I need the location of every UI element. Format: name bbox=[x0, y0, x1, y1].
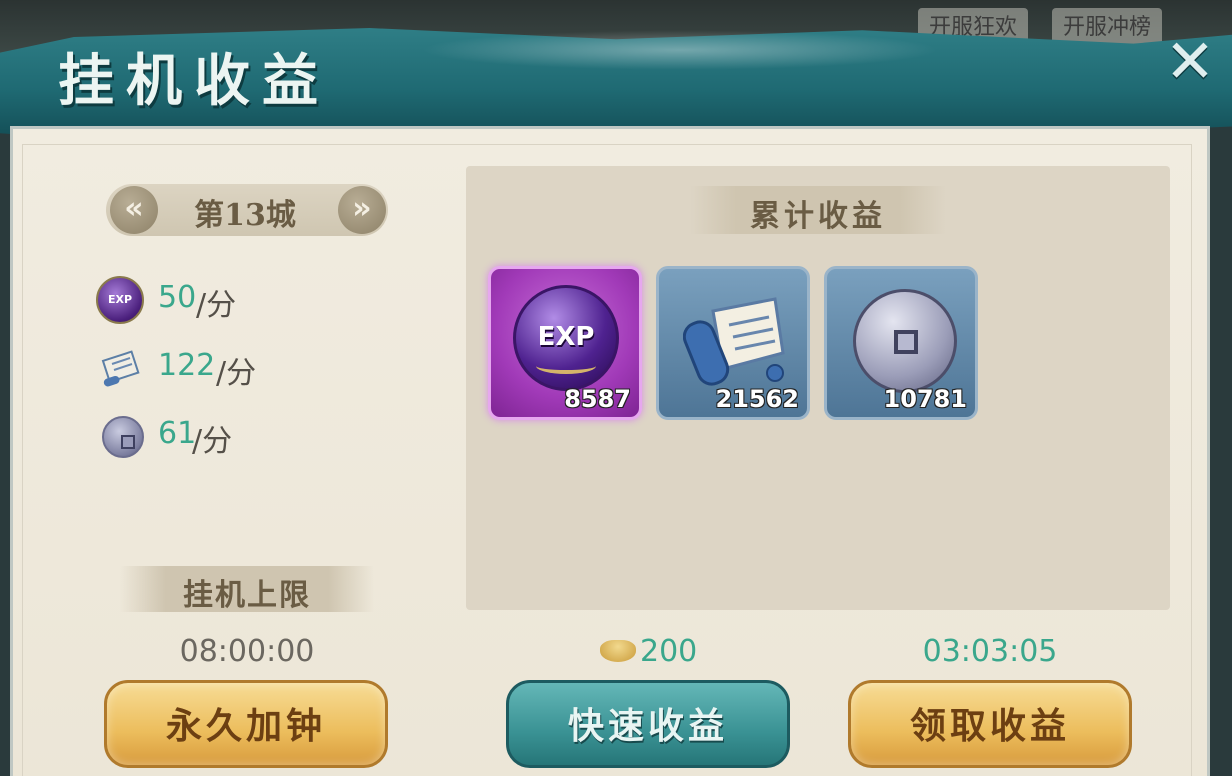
next-city-button[interactable]: » bbox=[338, 186, 386, 234]
rate-row-coin: 61 /分 bbox=[96, 410, 416, 464]
limit-title: 挂机上限 bbox=[183, 578, 311, 613]
scroll-icon bbox=[96, 344, 144, 392]
swirl-decoration bbox=[536, 358, 596, 374]
exp-label: EXP bbox=[537, 322, 595, 352]
rate-row-exp: EXP 50 /分 bbox=[96, 274, 416, 328]
reward-item-exp[interactable]: EXP 8587 bbox=[488, 266, 642, 420]
claim-earnings-button[interactable]: 领取收益 bbox=[848, 680, 1132, 768]
rate-value: 122 bbox=[158, 348, 216, 383]
quick-earnings-button[interactable]: 快速收益 bbox=[506, 680, 790, 768]
prev-city-button[interactable]: « bbox=[110, 186, 158, 234]
quick-cost: 200 bbox=[596, 634, 736, 674]
coin-hole bbox=[894, 330, 918, 354]
limit-time: 08:00:00 bbox=[179, 634, 315, 669]
city-name: 第13城 bbox=[194, 198, 296, 233]
item-count: 10781 bbox=[883, 385, 968, 413]
coin-icon bbox=[102, 416, 144, 458]
rate-unit: /分 bbox=[192, 424, 233, 459]
rate-row-scroll: 122 /分 bbox=[96, 342, 416, 396]
close-button[interactable]: ✕ bbox=[1158, 30, 1222, 94]
rate-unit: /分 bbox=[216, 356, 257, 391]
permanent-extend-button[interactable]: 永久加钟 bbox=[104, 680, 388, 768]
idle-timer: 03:03:05 bbox=[922, 634, 1058, 669]
scroll-icon bbox=[682, 291, 791, 391]
rate-value: 61 bbox=[158, 416, 197, 451]
popup-title: 挂机收益 bbox=[58, 48, 330, 114]
rate-value: 50 bbox=[158, 280, 197, 315]
gold-ingot-icon bbox=[600, 640, 636, 662]
item-count: 8587 bbox=[564, 385, 631, 413]
exp-orb-icon: EXP bbox=[513, 285, 619, 391]
accumulated-title: 累计收益 bbox=[750, 199, 886, 234]
item-count: 21562 bbox=[715, 385, 800, 413]
exp-orb-icon: EXP bbox=[96, 276, 144, 324]
coin-icon bbox=[853, 289, 957, 393]
reward-item-scroll[interactable]: 21562 bbox=[656, 266, 810, 420]
cost-value: 200 bbox=[640, 634, 698, 669]
reward-item-coin[interactable]: 10781 bbox=[824, 266, 978, 420]
header-ink-decoration bbox=[420, 30, 940, 70]
rate-unit: /分 bbox=[196, 288, 237, 323]
